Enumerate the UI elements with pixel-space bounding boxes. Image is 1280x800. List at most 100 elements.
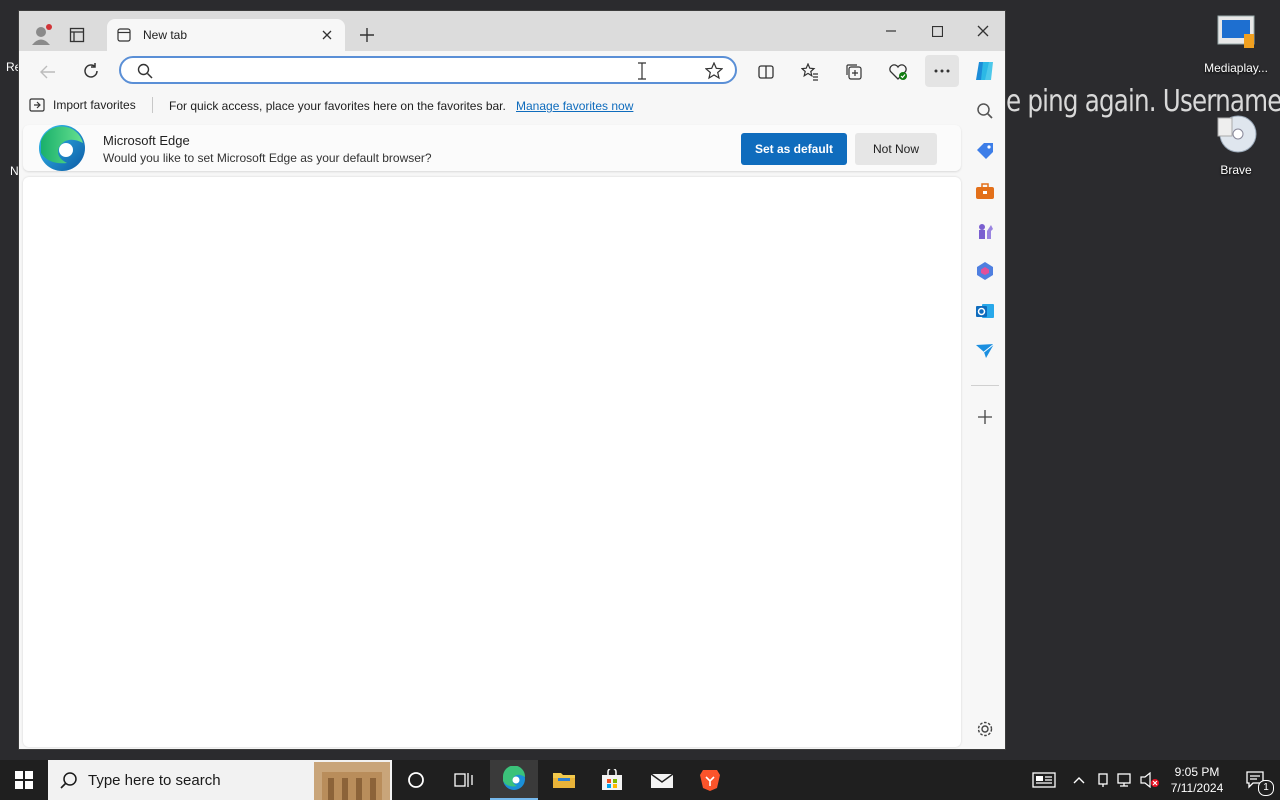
mediaplayer-icon (1217, 15, 1255, 48)
volume-button[interactable] (1138, 760, 1162, 800)
taskbar-search-placeholder: Type here to search (88, 772, 221, 789)
taskbar-search-box[interactable]: Type here to search (48, 760, 392, 800)
sidebar-tools-button[interactable] (973, 179, 997, 203)
sidebar-send-button[interactable] (973, 339, 997, 363)
news-widget-button[interactable] (1020, 760, 1068, 800)
usb-device-icon (1098, 773, 1108, 787)
copilot-button[interactable] (971, 57, 999, 85)
set-as-default-button[interactable]: Set as default (741, 133, 847, 165)
favorites-bar: Import favorites For quick access, place… (19, 93, 964, 119)
outlook-icon (976, 304, 994, 318)
brave-lion-icon (700, 770, 720, 791)
task-view-icon (454, 773, 473, 787)
not-now-button[interactable]: Not Now (855, 133, 937, 165)
more-icon (934, 69, 950, 73)
divider (152, 97, 153, 113)
cortana-button[interactable] (392, 760, 440, 800)
minimize-button[interactable] (879, 19, 903, 43)
maximize-button[interactable] (925, 19, 949, 43)
import-favorites-label: Import favorites (53, 98, 136, 112)
windows-logo-icon (15, 771, 33, 789)
gear-icon (977, 721, 993, 737)
taskbar-clock[interactable]: 9:05 PM 7/11/2024 (1162, 764, 1232, 796)
close-tab-button[interactable] (319, 27, 335, 43)
tab-actions-icon (69, 27, 85, 43)
sidebar-settings-button[interactable] (973, 717, 997, 741)
taskbar: Type here to search 9:05 PM 7/11/2024 1 (0, 760, 1280, 800)
new-tab-page-icon (117, 28, 131, 42)
favorites-button[interactable] (797, 59, 823, 85)
sidebar-microsoft365-button[interactable] (973, 259, 997, 283)
tab-new-tab[interactable]: New tab (107, 19, 345, 51)
new-tab-button[interactable] (355, 23, 379, 47)
text-cursor-icon (638, 62, 646, 80)
folder-icon (553, 773, 575, 788)
import-favorites-button[interactable]: Import favorites (29, 98, 136, 112)
close-icon (977, 25, 989, 37)
network-icon (1117, 773, 1131, 787)
collections-icon (846, 64, 862, 80)
sidebar-search-button[interactable] (973, 99, 997, 123)
sidebar-outlook-button[interactable] (973, 299, 997, 323)
edge-logo-icon (39, 125, 85, 171)
disc-icon (1217, 115, 1257, 153)
taskbar-file-explorer-button[interactable] (540, 760, 588, 800)
infobar-title: Microsoft Edge (103, 133, 190, 148)
news-icon (1032, 772, 1056, 788)
maximize-icon (931, 25, 943, 37)
task-view-button[interactable] (440, 760, 488, 800)
copilot-icon (976, 62, 993, 80)
collections-button[interactable] (841, 59, 867, 85)
page-content[interactable] (23, 177, 961, 747)
close-window-button[interactable] (971, 19, 995, 43)
sidebar-games-button[interactable] (973, 219, 997, 243)
desktop-icon-label: Mediaplay... (1204, 61, 1268, 75)
browser-essentials-button[interactable] (885, 59, 911, 85)
refresh-button[interactable] (78, 58, 104, 84)
clock-time: 9:05 PM (1174, 765, 1220, 779)
chevron-up-icon (1073, 777, 1085, 784)
show-hidden-icons-button[interactable] (1066, 760, 1092, 800)
network-button[interactable] (1114, 760, 1138, 800)
taskbar-store-button[interactable] (588, 760, 636, 800)
tab-title: New tab (143, 28, 188, 42)
tag-icon (977, 143, 993, 159)
plus-icon (978, 410, 992, 424)
taskbar-mail-button[interactable] (638, 760, 686, 800)
infobar-message: Would you like to set Microsoft Edge as … (103, 151, 432, 165)
address-input[interactable] (161, 60, 665, 82)
profile-icon (32, 24, 52, 45)
settings-and-more-button[interactable] (925, 55, 959, 87)
taskbar-brave-button[interactable] (686, 760, 734, 800)
sidebar-shopping-button[interactable] (973, 139, 997, 163)
star-icon[interactable] (705, 62, 723, 80)
back-button[interactable] (35, 59, 61, 85)
device-tray-button[interactable] (1092, 760, 1114, 800)
tab-actions-button[interactable] (65, 23, 89, 47)
edge-sidebar (965, 93, 1005, 749)
close-icon (322, 30, 332, 40)
chess-pieces-icon (979, 224, 993, 239)
split-screen-icon (758, 65, 774, 79)
sidebar-add-button[interactable] (973, 405, 997, 429)
paper-plane-icon (976, 343, 995, 358)
manage-favorites-link[interactable]: Manage favorites now (516, 99, 633, 113)
toolbar (19, 51, 1005, 93)
heart-pulse-icon (889, 64, 907, 80)
favorites-bar-message: For quick access, place your favorites h… (169, 99, 506, 113)
notifications-button[interactable]: 1 (1236, 760, 1276, 800)
desktop-icon-brave[interactable]: Brave (1200, 110, 1272, 177)
split-screen-button[interactable] (753, 59, 779, 85)
taskbar-edge-button[interactable] (490, 760, 538, 800)
edge-icon (503, 766, 526, 790)
import-icon (29, 98, 45, 112)
mail-icon (650, 773, 674, 788)
microsoft365-icon (977, 262, 993, 280)
toolbox-icon (976, 183, 994, 199)
clock-date: 7/11/2024 (1170, 781, 1224, 795)
address-bar[interactable] (119, 56, 737, 84)
desktop-icon-label: Brave (1220, 163, 1252, 177)
profile-button[interactable] (27, 21, 55, 49)
start-button[interactable] (0, 760, 48, 800)
desktop-icon-mediaplayer[interactable]: Mediaplay... (1200, 14, 1272, 75)
